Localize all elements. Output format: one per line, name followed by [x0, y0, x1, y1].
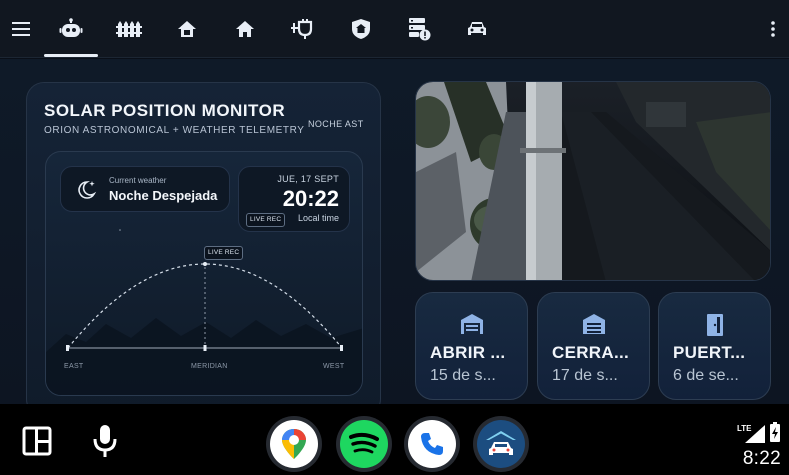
- door-icon: [706, 314, 723, 336]
- solar-title: SOLAR POSITION MONITOR: [44, 101, 286, 120]
- car-icon: [468, 21, 486, 35]
- garage-app-icon: [486, 431, 516, 455]
- sun-path-panel: Current weather Noche Despejada JUE, 17 …: [45, 151, 363, 396]
- tick-label-meridian: MERIDIAN: [191, 363, 228, 370]
- night-clear-icon: [78, 181, 97, 199]
- tab-home[interactable]: [216, 0, 274, 58]
- maps-app-button[interactable]: [266, 416, 322, 472]
- live-rec-badge: LIVE REC: [246, 213, 286, 227]
- garage-open-card[interactable]: ABRIR ... 15 de s...: [415, 292, 528, 400]
- tick-label-east: EAST: [64, 363, 84, 370]
- garage-closed-icon: [582, 314, 605, 334]
- maps-app-icon: [282, 429, 306, 459]
- dashboard-switch-button[interactable]: [20, 424, 54, 458]
- signal-icon: [745, 425, 765, 443]
- card-title: CERRA...: [552, 343, 630, 362]
- car-dock: LTE 8:22: [0, 404, 789, 475]
- tab-car[interactable]: [448, 0, 506, 58]
- tick-label-west: WEST: [323, 363, 345, 370]
- dashboard-layout-icon: [22, 426, 52, 456]
- spotify-app-icon: [349, 432, 379, 454]
- spotify-app-button[interactable]: [336, 416, 392, 472]
- garage-close-card[interactable]: CERRA... 17 de s...: [537, 292, 650, 400]
- microphone-icon: [93, 425, 117, 457]
- sun-marker: [203, 262, 207, 266]
- battery-charging-icon: [770, 422, 780, 442]
- home-outline-icon: [178, 20, 196, 37]
- tab-outlet[interactable]: [274, 0, 332, 58]
- overflow-menu-button[interactable]: [761, 0, 785, 58]
- camera-feed[interactable]: [415, 81, 771, 281]
- tab-fence[interactable]: [100, 0, 158, 58]
- home-icon: [236, 20, 254, 37]
- server-alert-icon: [409, 17, 431, 40]
- more-vert-icon: [771, 21, 775, 37]
- weather-value: Noche Despejada: [109, 188, 218, 203]
- fence-icon: [116, 20, 142, 37]
- card-subtitle: 6 de se...: [673, 367, 739, 384]
- tab-shield-home[interactable]: [332, 0, 390, 58]
- outlet-icon: [291, 18, 313, 39]
- tab-server-alert[interactable]: [390, 0, 448, 58]
- current-weather-pill[interactable]: Current weather Noche Despejada: [60, 166, 230, 212]
- card-subtitle: 15 de s...: [430, 367, 496, 384]
- menu-button[interactable]: [0, 0, 42, 58]
- dashboard-view: SOLAR POSITION MONITOR ORION ASTRONOMICA…: [0, 59, 789, 404]
- card-title: ABRIR ...: [430, 343, 506, 362]
- robot-icon: [59, 17, 83, 37]
- menu-icon: [12, 21, 30, 36]
- time-value: 20:22: [282, 186, 339, 211]
- top-app-bar: [0, 0, 789, 58]
- local-time-label: Local time: [297, 213, 339, 223]
- live-rec-badge: LIVE REC: [204, 246, 244, 260]
- garage-icon: [460, 314, 483, 334]
- solar-subtitle: ORION ASTRONOMICAL + WEATHER TELEMETRY: [44, 125, 305, 136]
- solar-position-card[interactable]: SOLAR POSITION MONITOR ORION ASTRONOMICA…: [26, 82, 381, 404]
- tab-home-outline[interactable]: [158, 0, 216, 58]
- garage-app-button[interactable]: [473, 416, 529, 472]
- voice-assistant-button[interactable]: [90, 422, 120, 460]
- date-label: JUE, 17 SEPT: [277, 174, 339, 184]
- door-card[interactable]: PUERT... 6 de se...: [658, 292, 771, 400]
- card-subtitle: 17 de s...: [552, 367, 618, 384]
- street-camera-image: [416, 82, 770, 280]
- view-tabs: [42, 0, 506, 58]
- horizon-silhouette: [46, 318, 362, 395]
- solar-status-tag: NOCHE ASTF: [308, 119, 364, 129]
- shield-home-icon: [352, 18, 370, 39]
- clock: 8:22: [742, 448, 781, 469]
- card-title: PUERT...: [673, 343, 746, 362]
- phone-app-button[interactable]: [404, 416, 460, 472]
- tab-robot[interactable]: [42, 0, 100, 58]
- weather-caption: Current weather: [109, 176, 167, 185]
- phone-app-icon: [421, 433, 443, 455]
